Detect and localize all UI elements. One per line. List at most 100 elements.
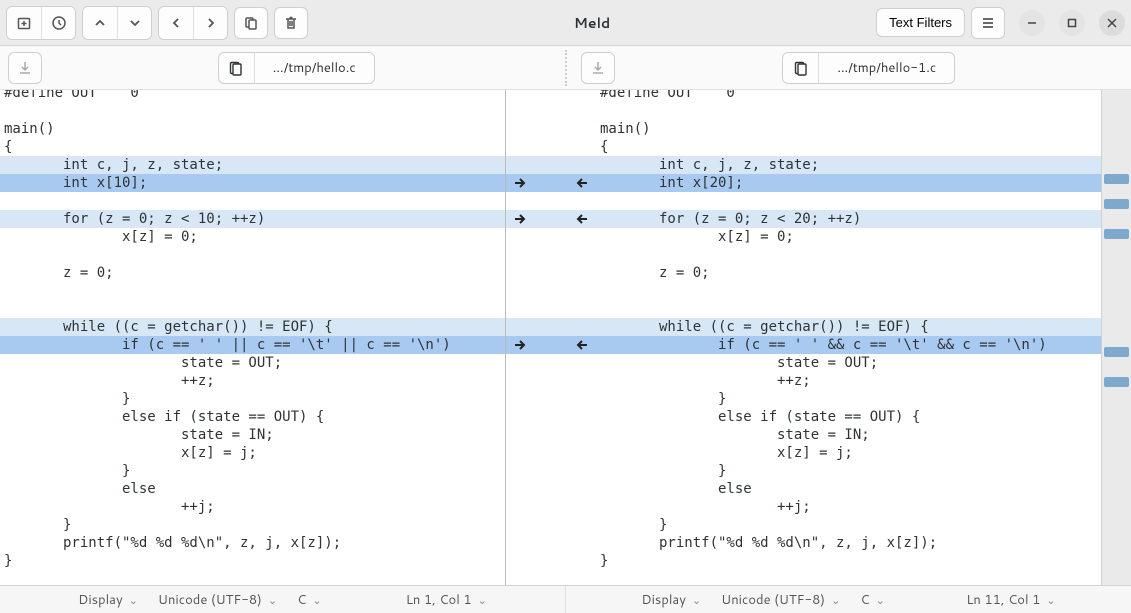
new-tab-button[interactable] [7,7,41,39]
lang-menu-right[interactable]: C [850,591,894,609]
file-path-left[interactable]: …/tmp/hello.c [255,59,374,77]
trash-icon [283,15,299,31]
code-line: while ((c = getchar()) != EOF) { [596,318,1101,336]
save-right-button[interactable] [581,52,615,84]
prev-page-button[interactable] [159,7,193,39]
code-pane-left[interactable]: #define OUT 0main(){ int c, j, z, state;… [0,90,506,585]
save-icon [17,60,33,76]
next-diff-button[interactable] [117,7,151,39]
code-line: else [0,480,505,498]
code-line: if (c == ' ' || c == '\t' || c == '\n') [0,336,505,354]
copy-button[interactable] [234,7,268,39]
code-line: } [596,390,1101,408]
code-line: } [0,462,505,480]
push-left-button[interactable] [574,211,590,227]
delete-button[interactable] [274,7,308,39]
code-line: x[z] = j; [596,444,1101,462]
chevron-down-icon [128,16,142,30]
code-line: } [596,462,1101,480]
code-line [0,282,505,300]
code-line [596,102,1101,120]
code-line: for (z = 0; z < 10; ++z) [0,210,505,228]
code-line: ++z; [596,372,1101,390]
save-left-button[interactable] [8,52,42,84]
open-dialog-right-button[interactable] [783,53,819,83]
code-line: #define OUT 0 [596,90,1101,102]
code-line: else if (state == OUT) { [0,408,505,426]
filebar-mid [559,46,573,89]
menu-button[interactable] [971,7,1005,39]
push-left-button[interactable] [574,337,590,353]
push-left-button[interactable] [574,175,590,191]
next-page-button[interactable] [193,7,227,39]
overview-strip[interactable] [1101,90,1131,585]
code-line [0,246,505,264]
code-line: } [0,516,505,534]
code-line: } [0,390,505,408]
code-line: int c, j, z, state; [596,156,1101,174]
statusbar: Display Unicode (UTF-8) C Ln 1, Col 1 Di… [0,585,1131,613]
chevron-up-icon [93,16,107,30]
filebar: …/tmp/hello.c …/tmp/hello-1.c [0,46,1131,90]
recent-button[interactable] [41,7,75,39]
maximize-icon [1067,18,1077,28]
diff-body: #define OUT 0main(){ int c, j, z, state;… [0,90,1131,585]
code-line: for (z = 0; z < 20; ++z) [596,210,1101,228]
file-path-right[interactable]: …/tmp/hello-1.c [819,59,954,77]
document-icon [228,60,244,76]
code-line: ++j; [0,498,505,516]
cursor-pos-left[interactable]: Ln 1, Col 1 [396,591,497,609]
lang-menu-left[interactable]: C [287,591,331,609]
nav-diff-group [82,6,152,40]
prev-diff-button[interactable] [83,7,117,39]
filebar-right: …/tmp/hello-1.c [573,46,1131,89]
split-handle[interactable] [565,50,567,86]
code-line: while ((c = getchar()) != EOF) { [0,318,505,336]
code-line: main() [596,120,1101,138]
code-line: x[z] = 0; [596,228,1101,246]
code-line: ++j; [596,498,1101,516]
filebar-left: …/tmp/hello.c [0,46,559,89]
code-line [596,300,1101,318]
push-right-button[interactable] [512,175,528,191]
cursor-pos-right[interactable]: Ln 11, Col 1 [956,591,1065,609]
code-line: ++z; [0,372,505,390]
code-line: else [596,480,1101,498]
encoding-menu-right[interactable]: Unicode (UTF-8) [711,591,850,609]
file-pill-left: …/tmp/hello.c [218,52,375,84]
code-line: main() [0,120,505,138]
window-title: Meld [314,13,870,33]
statusbar-right: Display Unicode (UTF-8) C Ln 11, Col 1 [565,586,1131,613]
text-filters-button[interactable]: Text Filters [876,8,965,37]
code-line: #define OUT 0 [0,90,505,102]
maximize-button[interactable] [1059,10,1085,36]
code-line: x[z] = 0; [0,228,505,246]
minimize-icon [1027,18,1037,28]
code-line: state = OUT; [0,354,505,372]
chevron-right-icon [204,16,218,30]
display-menu-right[interactable]: Display [631,591,711,609]
display-menu[interactable]: Display [68,591,148,609]
push-right-button[interactable] [512,211,528,227]
code-line: printf("%d %d %d\n", z, j, x[z]); [596,534,1101,552]
code-line: state = IN; [596,426,1101,444]
minimize-button[interactable] [1019,10,1045,36]
statusbar-left: Display Unicode (UTF-8) C Ln 1, Col 1 [0,586,565,613]
diff-gutter [506,90,596,585]
code-line: state = OUT; [596,354,1101,372]
code-line [596,192,1101,210]
hamburger-icon [980,15,996,31]
titlebar: Meld Text Filters [0,0,1131,46]
code-line [0,102,505,120]
close-button[interactable] [1099,10,1125,36]
code-line: } [0,552,505,570]
encoding-menu-left[interactable]: Unicode (UTF-8) [148,591,287,609]
code-pane-right[interactable]: #define OUT 0main(){ int c, j, z, state;… [596,90,1101,585]
open-dialog-left-button[interactable] [219,53,255,83]
copy-icon [243,15,259,31]
code-line: } [596,516,1101,534]
push-right-button[interactable] [512,337,528,353]
code-line [596,246,1101,264]
code-line [0,192,505,210]
document-icon [793,60,809,76]
